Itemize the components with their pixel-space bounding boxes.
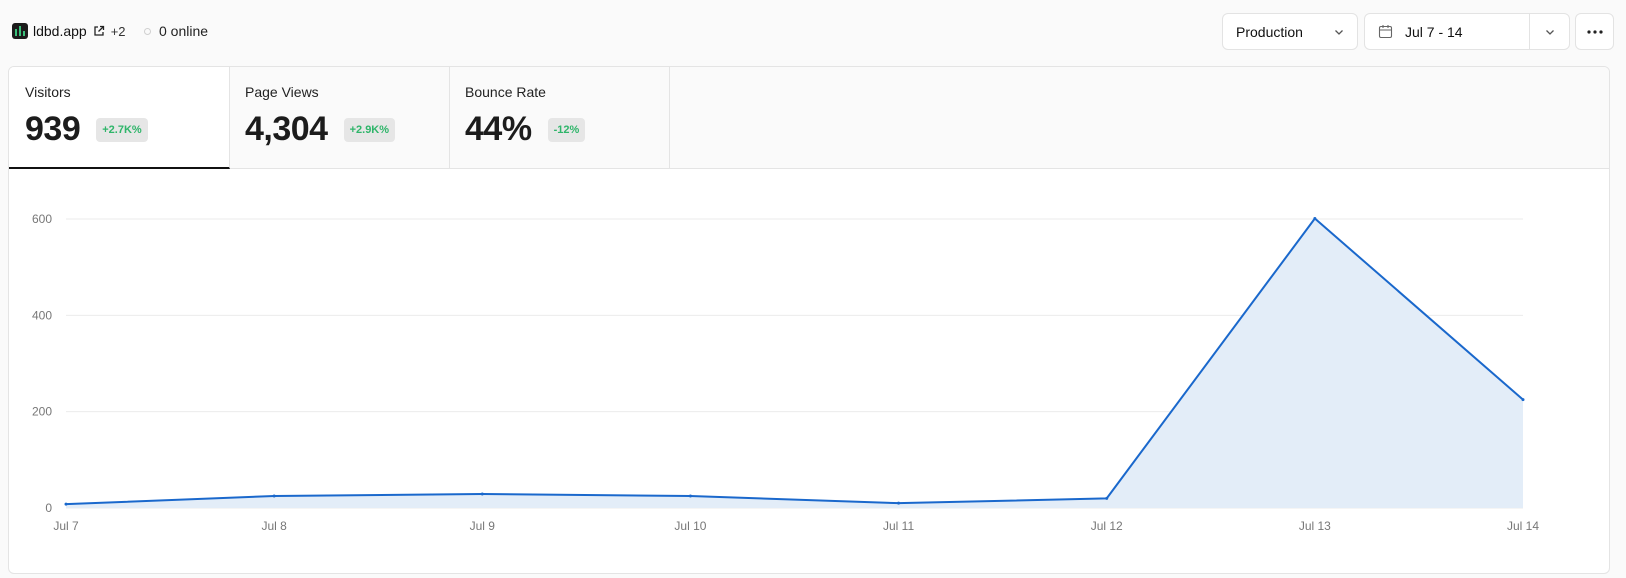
x-tick-label: Jul 10	[674, 519, 706, 533]
data-point	[1313, 217, 1317, 221]
data-point	[64, 502, 68, 506]
data-point	[1105, 496, 1109, 500]
stat-change-badge: +2.9K%	[343, 117, 396, 142]
stat-change-badge: +2.7K%	[96, 117, 148, 142]
chevron-down-icon	[1546, 29, 1554, 35]
online-count: 0 online	[159, 23, 209, 39]
more-horizontal-icon	[1586, 29, 1603, 34]
project-selector[interactable]: ldbd.app +2	[12, 22, 126, 40]
data-point	[272, 494, 276, 498]
x-tick-label: Jul 9	[470, 519, 496, 533]
top-bar: ldbd.app +2 0 online Production Jul 7 - …	[0, 0, 1626, 64]
date-range-dropdown-button[interactable]	[1529, 14, 1571, 49]
x-tick-label: Jul 8	[261, 519, 287, 533]
y-tick-label: 600	[32, 212, 52, 226]
date-range-value: Jul 7 - 14	[1405, 23, 1463, 40]
environment-select[interactable]: Production	[1222, 13, 1358, 50]
stat-label: Visitors	[25, 84, 71, 100]
stat-change-badge: -12%	[547, 117, 586, 142]
stat-label: Bounce Rate	[465, 84, 546, 100]
calendar-icon	[1378, 25, 1393, 39]
stat-value: 939	[25, 110, 81, 148]
x-tick-label: Jul 12	[1091, 519, 1123, 533]
stats-tabs: Visitors 939 +2.7K% Page Views 4,304 +2.…	[9, 67, 1609, 169]
environment-value: Production	[1236, 23, 1303, 40]
extra-projects-count[interactable]: +2	[111, 24, 126, 39]
external-link-icon[interactable]	[93, 25, 105, 37]
status-dot-icon	[144, 27, 151, 35]
chart-svg: 0 200 400 600 Jul 7 Jul 8 Jul 9 Jul 10 Jul 11 Jul…	[32, 212, 1539, 533]
data-point	[688, 494, 692, 498]
project-name[interactable]: ldbd.app	[33, 23, 87, 39]
stat-label: Page Views	[245, 84, 319, 100]
visitors-chart: 0 200 400 600 Jul 7 Jul 8 Jul 9 Jul 10 Jul 11 Jul…	[9, 169, 1609, 573]
data-point	[897, 501, 901, 505]
y-tick-label: 200	[32, 405, 52, 419]
stat-tab-bounce-rate[interactable]: Bounce Rate 44% -12%	[449, 67, 670, 169]
stat-value: 44%	[465, 110, 532, 148]
date-range-picker[interactable]: Jul 7 - 14	[1364, 13, 1570, 50]
x-tick-label: Jul 11	[883, 519, 914, 533]
online-indicator: 0 online	[144, 22, 208, 40]
data-point	[480, 492, 484, 496]
x-tick-label: Jul 13	[1299, 519, 1331, 533]
analytics-logo-icon	[12, 23, 28, 39]
stat-tab-page-views[interactable]: Page Views 4,304 +2.9K%	[229, 67, 450, 169]
y-tick-label: 0	[45, 501, 52, 515]
y-tick-label: 400	[32, 308, 52, 322]
more-options-button[interactable]	[1575, 13, 1614, 50]
series-area	[66, 218, 1523, 508]
chevron-down-icon	[1335, 30, 1343, 35]
x-tick-label: Jul 7	[53, 519, 79, 533]
x-tick-label: Jul 14	[1507, 519, 1539, 533]
analytics-card: Visitors 939 +2.7K% Page Views 4,304 +2.…	[8, 66, 1610, 574]
stat-tab-visitors[interactable]: Visitors 939 +2.7K%	[9, 67, 230, 169]
stat-value: 4,304	[245, 110, 328, 148]
data-point	[1521, 398, 1525, 402]
